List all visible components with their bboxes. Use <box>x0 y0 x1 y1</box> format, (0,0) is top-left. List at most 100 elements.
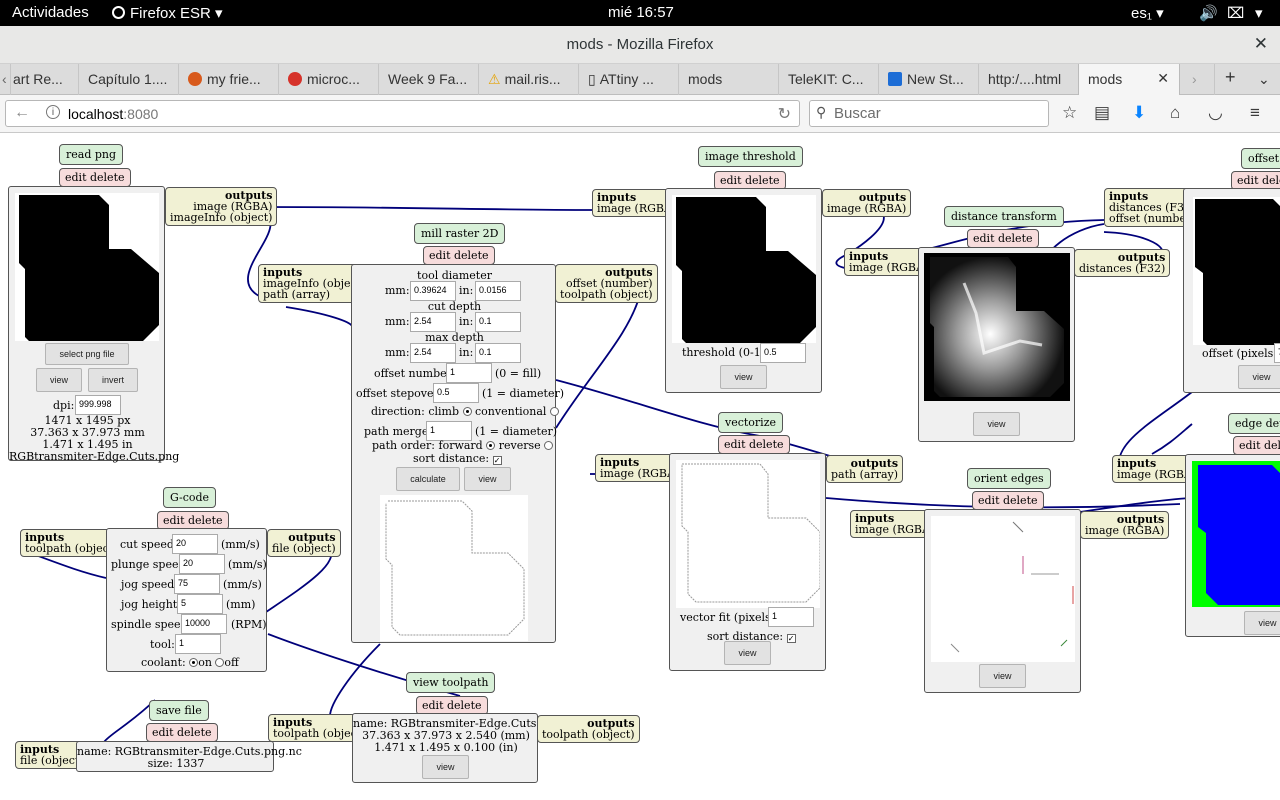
clock[interactable]: mié 16:57 <box>608 4 674 21</box>
cut-depth-mm-input[interactable]: 2.54 <box>410 312 456 332</box>
back-arrow-icon[interactable]: ← <box>14 104 30 122</box>
output-port[interactable]: path (array) <box>831 468 898 481</box>
read-png-outputs[interactable]: outputs image (RGBA) imageInfo (object) <box>165 187 278 226</box>
invert-button[interactable]: invert <box>88 368 138 392</box>
tab-0[interactable]: art Re... <box>10 64 78 95</box>
tab-1[interactable]: Capítulo 1.... <box>78 64 178 95</box>
read-png-view-button[interactable]: view <box>36 368 82 392</box>
output-port[interactable]: file (object) <box>272 542 336 555</box>
tab-4[interactable]: Week 9 Fa... <box>378 64 478 95</box>
vectorize-view-button[interactable]: view <box>724 641 771 665</box>
reading-list-icon[interactable]: ▤ <box>1094 103 1110 123</box>
input-port[interactable]: image (RGBA) <box>600 467 679 480</box>
tab-8[interactable]: TeleKIT: C... <box>778 64 878 95</box>
home-icon[interactable]: ⌂ <box>1170 103 1180 123</box>
reverse-radio[interactable] <box>544 441 554 450</box>
calculate-button[interactable]: calculate <box>396 467 460 491</box>
cut-depth-in-input[interactable]: 0.1 <box>475 312 521 332</box>
image-threshold-title[interactable]: image threshold <box>698 146 803 167</box>
view-toolpath-title[interactable]: view toolpath <box>406 672 496 693</box>
input-port[interactable]: path (array) <box>263 288 330 301</box>
input-port[interactable]: toolpath (object) <box>25 542 118 555</box>
search-input[interactable]: ⚲ Buscar <box>809 100 1049 127</box>
offset-view-button[interactable]: view <box>1238 365 1280 389</box>
input-port[interactable]: image (RGBA) <box>849 261 928 274</box>
output-port[interactable]: imageInfo (object) <box>170 211 272 224</box>
save-file-title[interactable]: save file <box>149 700 209 721</box>
pocket-icon[interactable]: ◡ <box>1208 103 1223 123</box>
output-port[interactable]: toolpath (object) <box>560 288 653 301</box>
offset-title[interactable]: offset <box>1241 148 1280 169</box>
tab-7[interactable]: mods <box>678 64 778 95</box>
orient-edges-view-button[interactable]: view <box>979 664 1026 688</box>
save-file-edit-delete[interactable]: edit delete <box>146 723 218 742</box>
jog-speed-input[interactable]: 75 <box>174 574 220 594</box>
conventional-radio[interactable] <box>549 407 559 416</box>
plunge-speed-input[interactable]: 20 <box>179 554 225 574</box>
tool-diameter-in-input[interactable]: 0.0156 <box>475 281 521 301</box>
offset-stepover-input[interactable]: 0.5 <box>433 383 479 403</box>
distance-transform-title[interactable]: distance transform <box>944 206 1064 227</box>
tab-10[interactable]: http:/....html <box>978 64 1078 95</box>
distance-transform-view-button[interactable]: view <box>973 412 1020 436</box>
sort-distance-checkbox[interactable]: ✓ <box>492 456 502 465</box>
path-merge-input[interactable]: 1 <box>426 421 472 441</box>
forward-radio[interactable] <box>486 441 496 450</box>
close-tab-icon[interactable]: ✕ <box>1157 70 1169 87</box>
vectorize-edit-delete[interactable]: edit delete <box>718 435 790 454</box>
climb-radio[interactable] <box>462 407 472 416</box>
system-menu-chevron-icon[interactable]: ▾ <box>1255 4 1263 22</box>
output-port[interactable]: image (RGBA) <box>1085 524 1164 537</box>
mill-raster-edit-delete[interactable]: edit delete <box>423 246 495 265</box>
info-icon[interactable]: i <box>46 105 60 119</box>
vector-fit-input[interactable]: 1 <box>768 607 814 627</box>
hamburger-menu-icon[interactable]: ≡ <box>1250 103 1260 123</box>
read-png-edit-delete[interactable]: edit delete <box>59 168 131 187</box>
activities-button[interactable]: Actividades <box>12 4 89 21</box>
cut-speed-input[interactable]: 20 <box>172 534 218 554</box>
url-text[interactable]: localhost:8080 <box>68 106 158 122</box>
select-png-file-button[interactable]: select png file <box>45 343 129 365</box>
downloads-icon[interactable]: ⬇ <box>1132 103 1146 123</box>
input-port[interactable]: image (RGBA) <box>855 523 934 536</box>
max-depth-mm-input[interactable]: 2.54 <box>410 343 456 363</box>
view-toolpath-view-button[interactable]: view <box>422 755 469 779</box>
gcode-title[interactable]: G-code <box>163 487 217 508</box>
tabs-scroll-left-icon[interactable]: ‹ <box>0 64 10 95</box>
mill-raster-outputs[interactable]: outputs offset (number) toolpath (object… <box>555 264 658 303</box>
bookmark-star-icon[interactable]: ☆ <box>1062 103 1077 123</box>
vectorize-outputs[interactable]: outputs path (array) <box>826 455 904 483</box>
edge-detect-edit-delete[interactable]: edit dele <box>1233 436 1280 455</box>
mill-raster-view-button[interactable]: view <box>464 467 511 491</box>
input-port[interactable]: file (object) <box>20 754 84 767</box>
tab-5[interactable]: ⚠ mail.ris... <box>478 64 578 95</box>
distance-transform-outputs[interactable]: outputs distances (F32) <box>1074 249 1171 277</box>
jog-height-input[interactable]: 5 <box>177 594 223 614</box>
battery-icon[interactable]: ⌧ <box>1227 4 1244 22</box>
app-menu[interactable]: Firefox ESR ▾ <box>112 4 223 22</box>
new-tab-icon[interactable]: + <box>1214 64 1248 95</box>
tabs-scroll-right-icon[interactable]: › <box>1192 64 1212 95</box>
distance-transform-edit-delete[interactable]: edit delete <box>967 229 1039 248</box>
volume-icon[interactable]: 🔊 <box>1199 4 1218 22</box>
tab-6[interactable]: ▯ ATtiny ... <box>578 64 678 95</box>
offset-pixels-input[interactable]: 7 <box>1274 343 1280 363</box>
output-port[interactable]: toolpath (object) <box>542 728 635 741</box>
output-port[interactable]: image (RGBA) <box>827 202 906 215</box>
tab-9[interactable]: New St... <box>878 64 978 95</box>
orient-edges-title[interactable]: orient edges <box>967 468 1051 489</box>
edge-detect-title[interactable]: edge dete <box>1228 413 1280 434</box>
dpi-input[interactable]: 999.998 <box>75 395 121 415</box>
tool-diameter-mm-input[interactable]: 0.39624 <box>410 281 456 301</box>
orient-edges-edit-delete[interactable]: edit delete <box>972 491 1044 510</box>
threshold-input[interactable]: 0.5 <box>760 343 806 363</box>
view-toolpath-outputs[interactable]: outputs toolpath (object) <box>537 715 640 743</box>
url-bar[interactable]: ← i localhost:8080 ↻ <box>5 100 800 127</box>
keyboard-layout[interactable]: es₁ ▾ <box>1131 4 1164 22</box>
tab-3[interactable]: microc... <box>278 64 378 95</box>
max-depth-in-input[interactable]: 0.1 <box>475 343 521 363</box>
tab-11-active[interactable]: mods ✕ <box>1078 64 1180 96</box>
vectorize-sort-checkbox[interactable]: ✓ <box>786 634 796 643</box>
tab-2[interactable]: my frie... <box>178 64 278 95</box>
mill-raster-title[interactable]: mill raster 2D <box>414 223 506 244</box>
